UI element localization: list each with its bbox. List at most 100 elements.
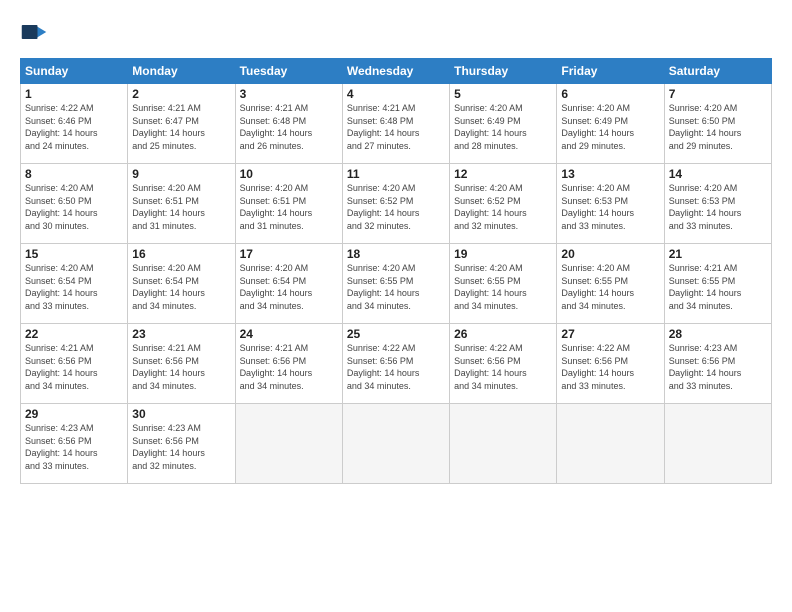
day-info: Sunrise: 4:20 AM Sunset: 6:51 PM Dayligh… [132,182,230,232]
day-cell [450,404,557,484]
day-info: Sunrise: 4:20 AM Sunset: 6:50 PM Dayligh… [669,102,767,152]
day-number: 11 [347,167,445,181]
day-info: Sunrise: 4:21 AM Sunset: 6:56 PM Dayligh… [132,342,230,392]
day-info: Sunrise: 4:21 AM Sunset: 6:55 PM Dayligh… [669,262,767,312]
day-number: 12 [454,167,552,181]
day-cell: 4Sunrise: 4:21 AM Sunset: 6:48 PM Daylig… [342,84,449,164]
day-number: 3 [240,87,338,101]
week-row-1: 1Sunrise: 4:22 AM Sunset: 6:46 PM Daylig… [21,84,772,164]
day-info: Sunrise: 4:20 AM Sunset: 6:52 PM Dayligh… [347,182,445,232]
day-number: 6 [561,87,659,101]
day-cell: 28Sunrise: 4:23 AM Sunset: 6:56 PM Dayli… [664,324,771,404]
day-cell: 21Sunrise: 4:21 AM Sunset: 6:55 PM Dayli… [664,244,771,324]
week-row-5: 29Sunrise: 4:23 AM Sunset: 6:56 PM Dayli… [21,404,772,484]
day-cell: 3Sunrise: 4:21 AM Sunset: 6:48 PM Daylig… [235,84,342,164]
day-number: 19 [454,247,552,261]
day-number: 24 [240,327,338,341]
day-number: 13 [561,167,659,181]
day-info: Sunrise: 4:20 AM Sunset: 6:54 PM Dayligh… [25,262,123,312]
day-info: Sunrise: 4:20 AM Sunset: 6:54 PM Dayligh… [240,262,338,312]
day-number: 26 [454,327,552,341]
day-number: 2 [132,87,230,101]
day-cell: 24Sunrise: 4:21 AM Sunset: 6:56 PM Dayli… [235,324,342,404]
day-number: 5 [454,87,552,101]
day-number: 27 [561,327,659,341]
day-info: Sunrise: 4:22 AM Sunset: 6:56 PM Dayligh… [561,342,659,392]
day-cell: 16Sunrise: 4:20 AM Sunset: 6:54 PM Dayli… [128,244,235,324]
day-info: Sunrise: 4:21 AM Sunset: 6:48 PM Dayligh… [347,102,445,152]
day-info: Sunrise: 4:20 AM Sunset: 6:54 PM Dayligh… [132,262,230,312]
week-row-2: 8Sunrise: 4:20 AM Sunset: 6:50 PM Daylig… [21,164,772,244]
day-info: Sunrise: 4:20 AM Sunset: 6:52 PM Dayligh… [454,182,552,232]
day-cell: 29Sunrise: 4:23 AM Sunset: 6:56 PM Dayli… [21,404,128,484]
day-info: Sunrise: 4:20 AM Sunset: 6:51 PM Dayligh… [240,182,338,232]
day-info: Sunrise: 4:22 AM Sunset: 6:56 PM Dayligh… [454,342,552,392]
day-info: Sunrise: 4:20 AM Sunset: 6:55 PM Dayligh… [561,262,659,312]
day-number: 9 [132,167,230,181]
day-number: 16 [132,247,230,261]
weekday-header-wednesday: Wednesday [342,59,449,84]
day-cell: 5Sunrise: 4:20 AM Sunset: 6:49 PM Daylig… [450,84,557,164]
day-number: 8 [25,167,123,181]
page: SundayMondayTuesdayWednesdayThursdayFrid… [0,0,792,612]
day-number: 7 [669,87,767,101]
day-cell: 23Sunrise: 4:21 AM Sunset: 6:56 PM Dayli… [128,324,235,404]
day-info: Sunrise: 4:20 AM Sunset: 6:53 PM Dayligh… [669,182,767,232]
day-info: Sunrise: 4:21 AM Sunset: 6:56 PM Dayligh… [25,342,123,392]
day-cell: 1Sunrise: 4:22 AM Sunset: 6:46 PM Daylig… [21,84,128,164]
day-info: Sunrise: 4:20 AM Sunset: 6:50 PM Dayligh… [25,182,123,232]
weekday-header-monday: Monday [128,59,235,84]
day-cell: 13Sunrise: 4:20 AM Sunset: 6:53 PM Dayli… [557,164,664,244]
day-cell: 15Sunrise: 4:20 AM Sunset: 6:54 PM Dayli… [21,244,128,324]
day-cell: 27Sunrise: 4:22 AM Sunset: 6:56 PM Dayli… [557,324,664,404]
day-number: 10 [240,167,338,181]
day-cell: 20Sunrise: 4:20 AM Sunset: 6:55 PM Dayli… [557,244,664,324]
day-info: Sunrise: 4:23 AM Sunset: 6:56 PM Dayligh… [669,342,767,392]
day-info: Sunrise: 4:21 AM Sunset: 6:56 PM Dayligh… [240,342,338,392]
week-row-3: 15Sunrise: 4:20 AM Sunset: 6:54 PM Dayli… [21,244,772,324]
day-number: 30 [132,407,230,421]
day-info: Sunrise: 4:21 AM Sunset: 6:47 PM Dayligh… [132,102,230,152]
day-info: Sunrise: 4:23 AM Sunset: 6:56 PM Dayligh… [25,422,123,472]
day-number: 18 [347,247,445,261]
day-number: 25 [347,327,445,341]
day-number: 20 [561,247,659,261]
weekday-header-thursday: Thursday [450,59,557,84]
day-number: 4 [347,87,445,101]
day-number: 1 [25,87,123,101]
day-cell: 17Sunrise: 4:20 AM Sunset: 6:54 PM Dayli… [235,244,342,324]
day-cell [235,404,342,484]
header-row: SundayMondayTuesdayWednesdayThursdayFrid… [21,59,772,84]
day-number: 14 [669,167,767,181]
header [20,18,772,46]
day-info: Sunrise: 4:20 AM Sunset: 6:49 PM Dayligh… [561,102,659,152]
day-cell: 10Sunrise: 4:20 AM Sunset: 6:51 PM Dayli… [235,164,342,244]
day-cell: 25Sunrise: 4:22 AM Sunset: 6:56 PM Dayli… [342,324,449,404]
day-info: Sunrise: 4:21 AM Sunset: 6:48 PM Dayligh… [240,102,338,152]
logo [20,18,52,46]
calendar-body: 1Sunrise: 4:22 AM Sunset: 6:46 PM Daylig… [21,84,772,484]
calendar-table: SundayMondayTuesdayWednesdayThursdayFrid… [20,58,772,484]
day-info: Sunrise: 4:20 AM Sunset: 6:55 PM Dayligh… [347,262,445,312]
day-cell: 9Sunrise: 4:20 AM Sunset: 6:51 PM Daylig… [128,164,235,244]
day-info: Sunrise: 4:22 AM Sunset: 6:46 PM Dayligh… [25,102,123,152]
day-number: 29 [25,407,123,421]
day-info: Sunrise: 4:22 AM Sunset: 6:56 PM Dayligh… [347,342,445,392]
day-cell: 8Sunrise: 4:20 AM Sunset: 6:50 PM Daylig… [21,164,128,244]
week-row-4: 22Sunrise: 4:21 AM Sunset: 6:56 PM Dayli… [21,324,772,404]
day-cell: 18Sunrise: 4:20 AM Sunset: 6:55 PM Dayli… [342,244,449,324]
day-cell: 2Sunrise: 4:21 AM Sunset: 6:47 PM Daylig… [128,84,235,164]
weekday-header-friday: Friday [557,59,664,84]
calendar-header: SundayMondayTuesdayWednesdayThursdayFrid… [21,59,772,84]
day-cell [557,404,664,484]
day-number: 15 [25,247,123,261]
logo-icon [20,18,48,46]
day-cell: 6Sunrise: 4:20 AM Sunset: 6:49 PM Daylig… [557,84,664,164]
day-cell [664,404,771,484]
day-number: 17 [240,247,338,261]
day-info: Sunrise: 4:20 AM Sunset: 6:55 PM Dayligh… [454,262,552,312]
weekday-header-tuesday: Tuesday [235,59,342,84]
weekday-header-sunday: Sunday [21,59,128,84]
day-cell: 30Sunrise: 4:23 AM Sunset: 6:56 PM Dayli… [128,404,235,484]
day-cell: 22Sunrise: 4:21 AM Sunset: 6:56 PM Dayli… [21,324,128,404]
